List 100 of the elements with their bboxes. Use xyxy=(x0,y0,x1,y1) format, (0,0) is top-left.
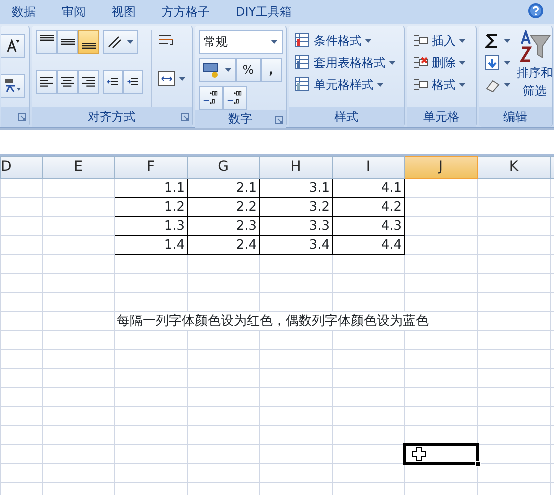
dialog-launcher-icon[interactable] xyxy=(18,113,26,121)
column-header[interactable]: K xyxy=(478,156,550,178)
table-cell: 2.3 xyxy=(188,216,260,236)
table-cell: 1.1 xyxy=(114,178,188,198)
table-cell: 1.3 xyxy=(114,216,188,236)
align-right-button[interactable] xyxy=(78,70,99,94)
table-style-icon xyxy=(295,33,311,49)
table-cell: 4.1 xyxy=(332,178,404,198)
cell-grid-icon xyxy=(413,33,429,49)
align-lines-icon xyxy=(40,76,53,88)
number-format-value: 常规 xyxy=(204,34,228,51)
table-cell: 3.3 xyxy=(260,216,332,236)
fill-handle[interactable] xyxy=(475,461,481,467)
menu-tab[interactable]: 视图 xyxy=(112,3,136,21)
plus-cursor-icon xyxy=(412,447,426,461)
currency-button[interactable] xyxy=(199,58,236,82)
align-lines-icon xyxy=(82,43,96,49)
table-cell: 3.1 xyxy=(260,178,332,198)
phonetic-icon xyxy=(4,79,20,93)
font-size-icon xyxy=(6,39,20,53)
menu-tab[interactable]: 审阅 xyxy=(62,3,86,21)
align-lines-icon xyxy=(61,76,74,88)
ribbon-command[interactable]: 套用表格格式 xyxy=(293,52,400,74)
align-lines-icon xyxy=(82,76,95,88)
column-header[interactable]: I xyxy=(332,156,404,178)
table-style-icon xyxy=(295,55,311,71)
caret-icon xyxy=(504,83,511,87)
group-label: 单元格 xyxy=(424,109,460,126)
column-header[interactable]: F xyxy=(114,156,188,178)
align-lines-icon xyxy=(40,35,54,41)
align-left-button[interactable] xyxy=(36,70,57,94)
table-style-icon xyxy=(295,77,311,93)
ribbon-command[interactable]: 插入 xyxy=(411,30,472,52)
decimal-icon xyxy=(227,90,243,106)
comma-button[interactable]: , xyxy=(260,58,282,82)
table-cell: 4.4 xyxy=(332,236,404,254)
align-top-button[interactable] xyxy=(36,30,57,54)
cell-note-text: 每隔一列字体颜色设为红色，偶数列字体颜色设为蓝色 xyxy=(117,314,429,328)
table-cell: 2.2 xyxy=(188,198,260,216)
money-icon xyxy=(203,62,221,78)
align-mid-button[interactable] xyxy=(57,30,78,54)
decrease-decimal-button[interactable] xyxy=(223,86,247,110)
table-cell: 4.3 xyxy=(332,216,404,236)
column-header[interactable]: G xyxy=(188,156,260,178)
ribbon-command[interactable]: 条件格式 xyxy=(293,30,400,52)
phonetic-button[interactable] xyxy=(1,74,25,98)
decimal-icon xyxy=(203,90,219,106)
cell-grid-icon xyxy=(413,77,429,93)
percent-button[interactable]: % xyxy=(236,58,261,82)
increase-decimal-button[interactable] xyxy=(199,86,223,110)
caret-icon xyxy=(389,61,396,65)
column-header[interactable]: J xyxy=(404,156,478,178)
indent-decrease-button[interactable] xyxy=(103,70,123,94)
table-cell: 1.2 xyxy=(114,198,188,216)
menu-tab[interactable]: 方方格子 xyxy=(162,3,210,21)
group-label: 编辑 xyxy=(504,109,528,126)
column-header[interactable]: D xyxy=(0,156,42,178)
caret-icon xyxy=(225,68,232,72)
group-label: 对齐方式 xyxy=(88,109,136,126)
table-cell: 4.2 xyxy=(332,198,404,216)
sort-filter-button[interactable]: 排序和 筛选 xyxy=(517,30,552,107)
caret-icon xyxy=(459,39,466,43)
help-icon[interactable] xyxy=(528,3,544,19)
merge-cells-icon xyxy=(158,71,176,87)
table-cell: 2.1 xyxy=(188,178,260,198)
dialog-launcher-icon[interactable] xyxy=(275,116,283,124)
column-header[interactable]: H xyxy=(260,156,332,178)
ribbon-command[interactable]: 单元格样式 xyxy=(293,74,400,96)
caret-icon xyxy=(504,61,511,65)
dialog-launcher-icon[interactable] xyxy=(181,113,189,121)
sort-filter-icon xyxy=(519,30,551,64)
caret-icon xyxy=(365,39,372,43)
caret-icon xyxy=(504,39,511,43)
group-label: 样式 xyxy=(334,109,358,126)
caret-icon xyxy=(459,61,466,65)
group-label: 数字 xyxy=(228,111,252,128)
column-header[interactable]: E xyxy=(42,156,114,178)
align-lines-icon xyxy=(60,39,74,45)
ribbon-command[interactable]: 删除 xyxy=(411,52,472,74)
caret-icon xyxy=(377,83,384,87)
table-cell: 2.4 xyxy=(188,236,260,254)
indent-increase-button[interactable] xyxy=(123,70,143,94)
align-bottom-button[interactable] xyxy=(78,30,99,54)
number-format-dropdown[interactable]: 常规 xyxy=(199,30,283,54)
fill-icon xyxy=(485,55,501,71)
caret-icon xyxy=(127,40,134,44)
align-center-button[interactable] xyxy=(57,70,78,94)
cell-grid-icon xyxy=(413,55,429,71)
orientation-button[interactable] xyxy=(103,30,138,54)
caret-icon xyxy=(459,83,466,87)
menu-tab[interactable]: 数据 xyxy=(12,3,36,21)
table-cell: 3.4 xyxy=(260,236,332,254)
angled-text-icon xyxy=(107,35,123,49)
table-cell: 3.2 xyxy=(260,198,332,216)
menu-tab[interactable]: DIY工具箱 xyxy=(236,3,292,21)
ribbon-command[interactable]: 格式 xyxy=(411,74,472,96)
table-cell: 1.4 xyxy=(114,236,188,254)
font-size-button[interactable] xyxy=(1,34,25,58)
caret-icon xyxy=(179,77,186,81)
caret-icon xyxy=(271,40,278,44)
